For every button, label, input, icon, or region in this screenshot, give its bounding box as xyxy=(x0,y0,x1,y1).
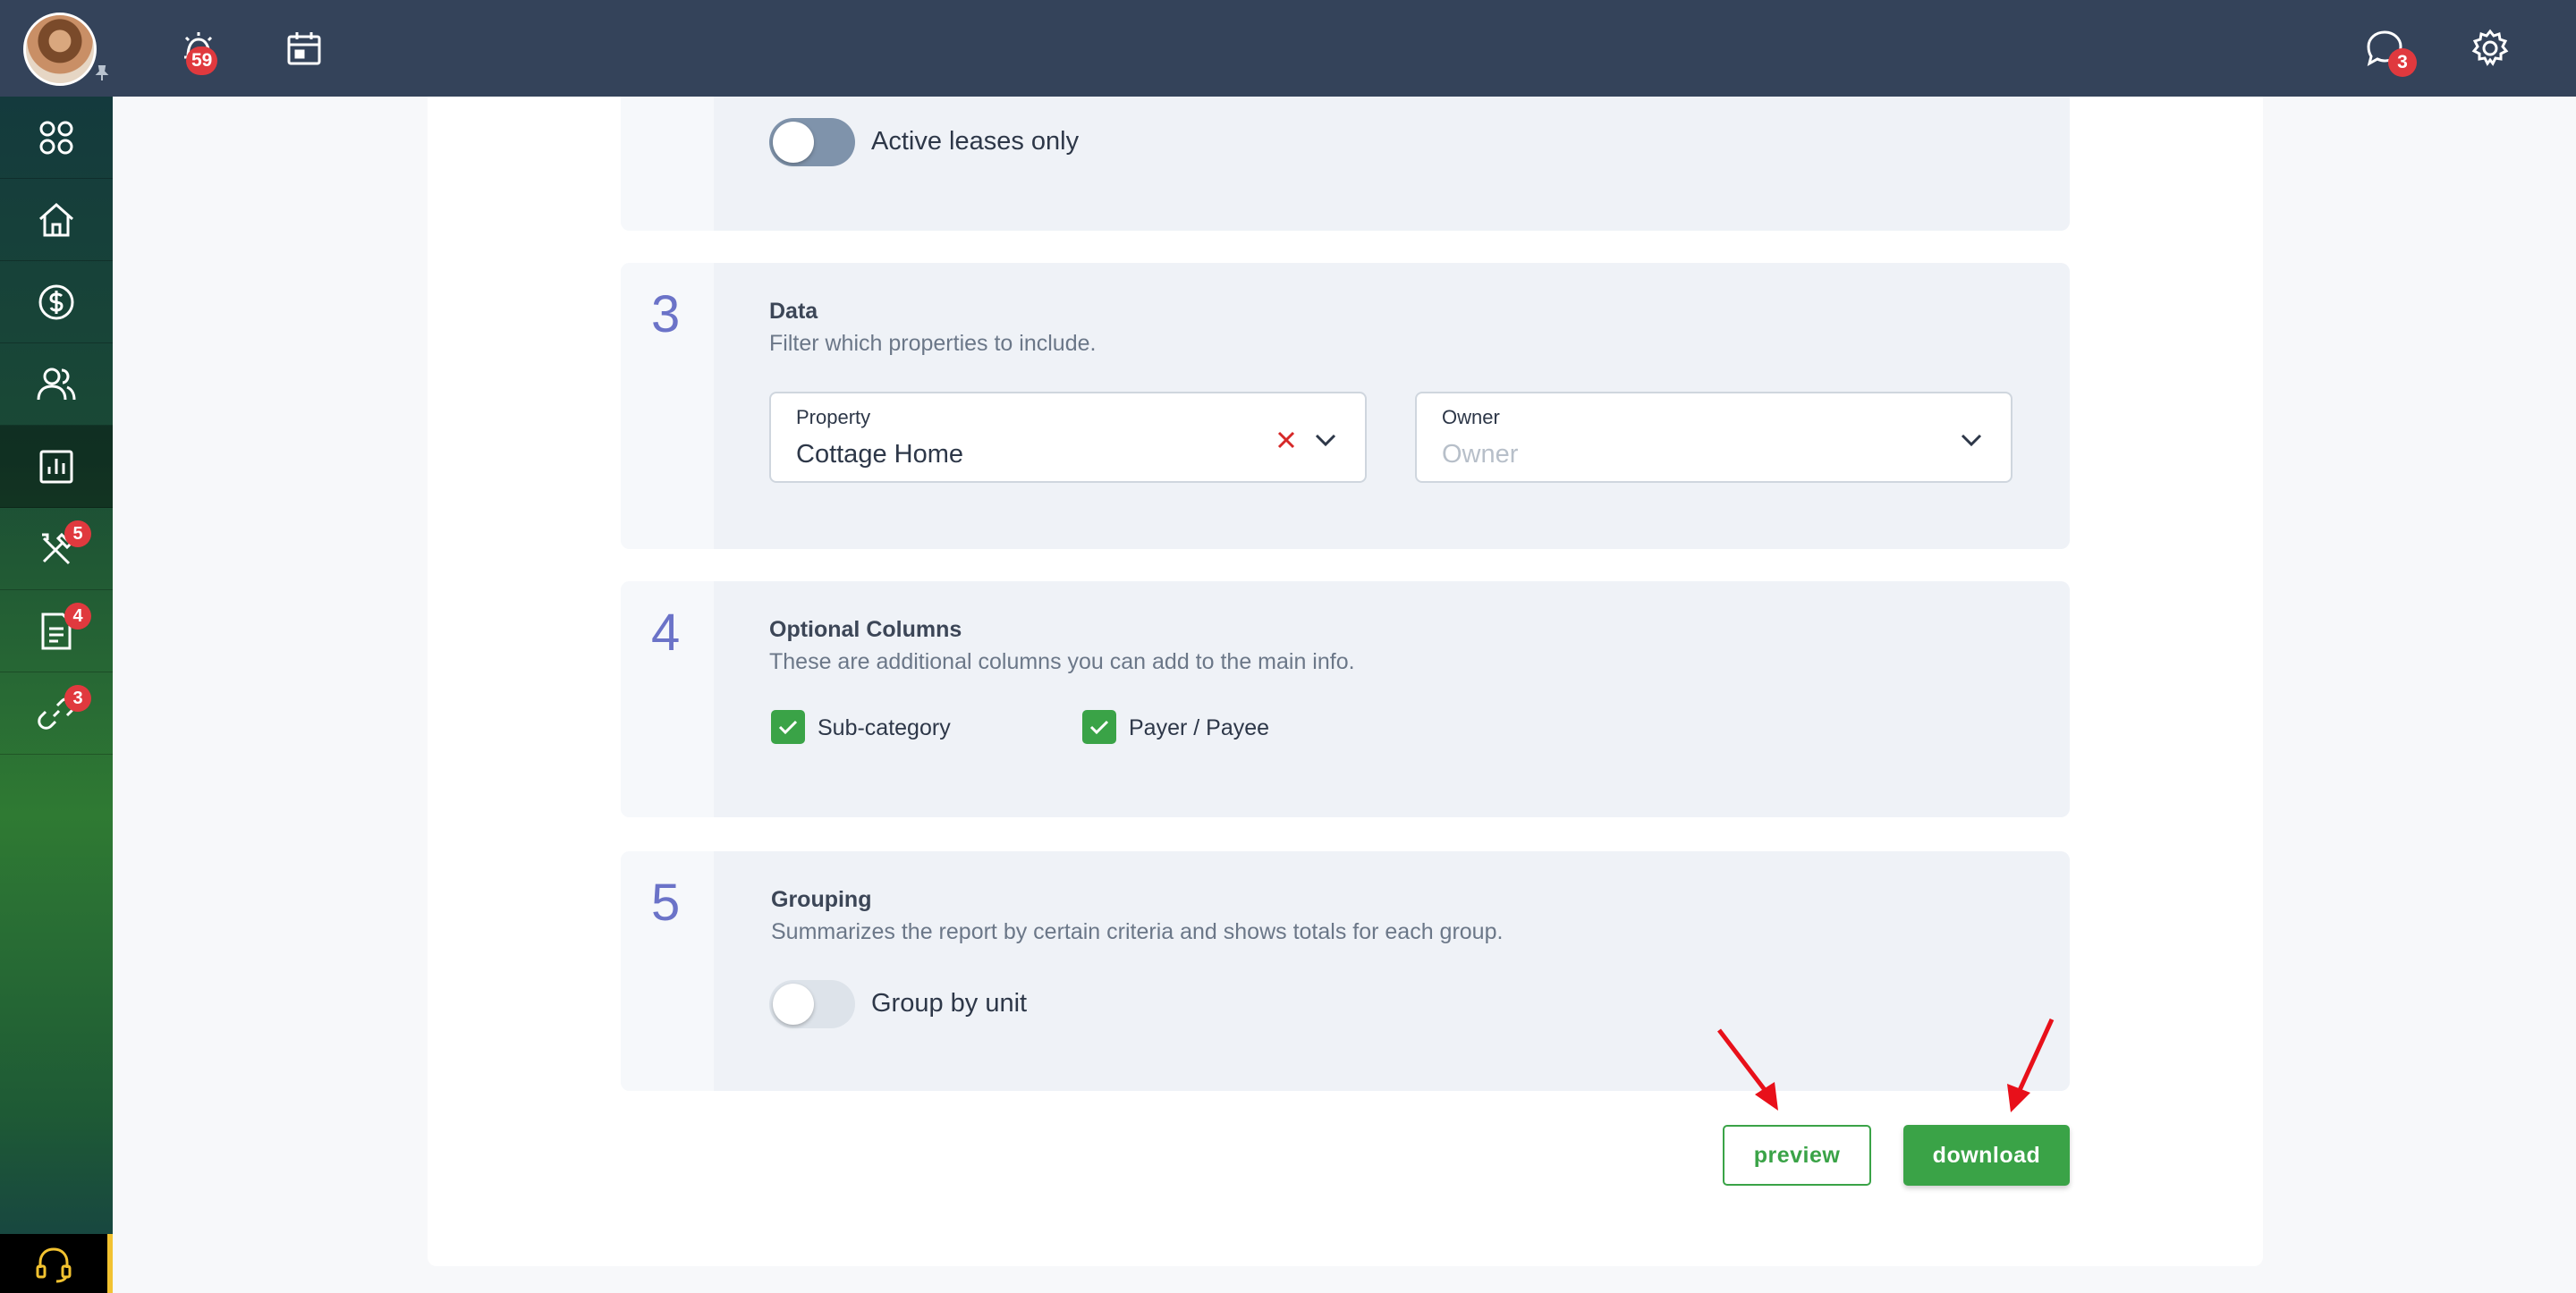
section-title: Optional Columns xyxy=(769,617,962,642)
section-title: Data xyxy=(769,299,818,324)
owner-select[interactable]: Owner Owner xyxy=(1415,392,2012,483)
section-description: Summarizes the report by certain criteri… xyxy=(771,919,1504,944)
active-leases-toggle[interactable] xyxy=(769,118,855,166)
maintenance-count-badge: 5 xyxy=(64,520,91,547)
checkmark-icon xyxy=(778,720,798,735)
messages-button[interactable]: 3 xyxy=(2358,21,2417,77)
group-by-unit-toggle[interactable] xyxy=(769,980,855,1028)
section-data: 3 Data Filter which properties to includ… xyxy=(621,263,2070,549)
sub-category-checkbox[interactable] xyxy=(771,710,805,744)
messages-count-badge: 3 xyxy=(2388,48,2417,77)
alerts-count-badge: 59 xyxy=(186,46,218,75)
integrations-count-badge: 3 xyxy=(64,685,91,712)
sidebar-item-apps[interactable] xyxy=(0,97,113,179)
annotation-arrow-preview xyxy=(1717,1028,1778,1111)
download-button[interactable]: download xyxy=(1903,1125,2070,1186)
documents-count-badge: 4 xyxy=(64,603,91,630)
preview-button[interactable]: preview xyxy=(1723,1125,1871,1186)
sidebar-item-home[interactable] xyxy=(0,179,113,261)
headset-icon xyxy=(36,1247,72,1283)
section-description: These are additional columns you can add… xyxy=(769,649,1355,674)
payer-payee-label: Payer / Payee xyxy=(1129,715,1270,740)
people-icon xyxy=(37,368,76,400)
toggle-knob xyxy=(773,122,814,163)
sidebar-item-accounting[interactable] xyxy=(0,261,113,343)
active-leases-label: Active leases only xyxy=(871,127,1080,156)
calendar-icon xyxy=(287,32,321,65)
reports-chart-icon xyxy=(39,450,73,483)
pin-icon xyxy=(95,65,109,80)
section-gutter xyxy=(621,97,714,231)
sidebar: 5 4 3 xyxy=(0,97,113,1293)
home-icon xyxy=(39,202,73,236)
owner-label: Owner xyxy=(1442,406,1500,428)
sidebar-item-documents[interactable]: 4 xyxy=(0,590,113,672)
gear-icon xyxy=(2471,29,2509,66)
owner-placeholder: Owner xyxy=(1442,440,1519,469)
top-bar: 59 3 xyxy=(0,0,2576,97)
property-select[interactable]: Property Cottage Home xyxy=(769,392,1367,483)
calendar-button[interactable] xyxy=(277,21,331,75)
sidebar-item-people[interactable] xyxy=(0,343,113,426)
sub-category-label: Sub-category xyxy=(818,715,951,740)
settings-button[interactable] xyxy=(2463,21,2517,75)
support-button[interactable] xyxy=(0,1234,113,1293)
sidebar-item-maintenance[interactable]: 5 xyxy=(0,508,113,590)
annotation-arrow-download xyxy=(2007,1018,2055,1112)
alerts-button[interactable]: 59 xyxy=(172,21,225,75)
section-optional-columns: 4 Optional Columns These are additional … xyxy=(621,581,2070,817)
chevron-down-icon[interactable] xyxy=(1959,427,1984,452)
property-label: Property xyxy=(796,406,871,428)
dollar-icon xyxy=(38,284,74,319)
step-number: 5 xyxy=(651,874,681,932)
step-number: 4 xyxy=(651,604,681,662)
sidebar-item-reports[interactable] xyxy=(0,426,113,508)
section-grouping: 5 Grouping Summarizes the report by cert… xyxy=(621,851,2070,1091)
section-description: Filter which properties to include. xyxy=(769,331,1097,356)
group-by-unit-label: Group by unit xyxy=(871,989,1028,1018)
chevron-down-icon[interactable] xyxy=(1313,427,1338,452)
apps-grid-icon xyxy=(39,121,73,154)
clear-icon[interactable] xyxy=(1274,427,1299,452)
section-title: Grouping xyxy=(771,887,872,912)
sidebar-item-integrations[interactable]: 3 xyxy=(0,672,113,755)
section-leases: Active leases only xyxy=(621,97,2070,231)
user-avatar[interactable] xyxy=(23,13,97,86)
checkmark-icon xyxy=(1089,720,1109,735)
payer-payee-checkbox[interactable] xyxy=(1082,710,1116,744)
step-number: 3 xyxy=(651,285,681,343)
property-value: Cottage Home xyxy=(796,440,963,469)
toggle-knob xyxy=(773,984,814,1025)
